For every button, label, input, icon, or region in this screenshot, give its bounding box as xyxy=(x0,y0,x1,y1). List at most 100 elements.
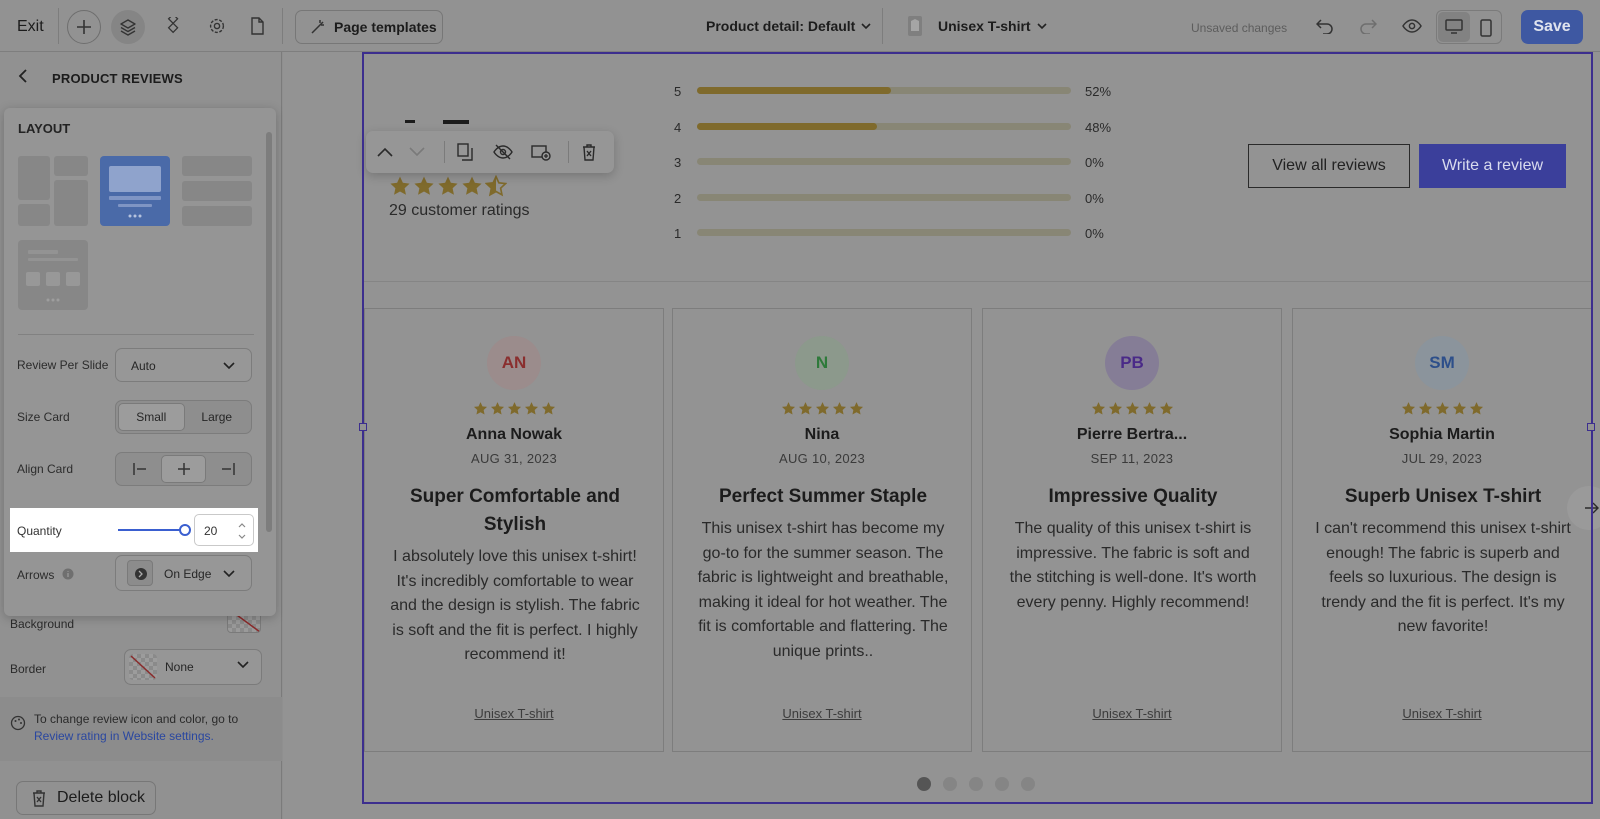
add-section-icon xyxy=(531,145,551,161)
avatar: AN xyxy=(487,336,541,390)
layout-option-cards[interactable] xyxy=(18,240,88,310)
review-body: The quality of this unisex t-shirt is im… xyxy=(1009,520,1257,611)
website-settings-link[interactable]: Review rating in Website settings. xyxy=(34,729,214,743)
layout-heading: LAYOUT xyxy=(18,121,71,136)
background-label: Background xyxy=(10,617,75,631)
avatar: N xyxy=(795,336,849,390)
tshirt-thumbnail-icon xyxy=(908,16,922,36)
align-center-option[interactable] xyxy=(161,455,206,483)
layout-settings-popover: LAYOUT Review Per Slide Auto Size Card S… xyxy=(4,108,276,616)
rating-bar-fill xyxy=(697,87,892,94)
arrows-select[interactable]: On Edge xyxy=(115,555,252,591)
rating-bar-track xyxy=(697,158,1071,165)
carousel-dot[interactable] xyxy=(995,777,1009,791)
duplicate-button[interactable] xyxy=(454,141,476,163)
move-up-button[interactable] xyxy=(374,141,396,163)
eye-off-icon xyxy=(493,144,513,160)
review-per-slide-select[interactable]: Auto xyxy=(115,348,252,382)
average-rating-stars xyxy=(389,175,507,197)
delete-button[interactable] xyxy=(578,141,600,163)
rating-bar-percent: 0% xyxy=(1085,190,1104,206)
review-product-link[interactable]: Unisex T-shirt xyxy=(1293,706,1591,721)
arrows-label-text: Arrows xyxy=(17,568,55,582)
settings-button[interactable] xyxy=(203,12,231,40)
undo-button[interactable] xyxy=(1311,12,1339,40)
star-icon xyxy=(462,176,482,195)
quantity-slider-track[interactable] xyxy=(118,529,184,531)
border-select[interactable]: None xyxy=(124,649,262,685)
star-icon xyxy=(832,402,846,415)
star-icon xyxy=(1108,402,1122,415)
info-icon[interactable] xyxy=(62,568,74,580)
redo-button[interactable] xyxy=(1354,12,1382,40)
move-down-button[interactable] xyxy=(406,141,428,163)
trash-icon xyxy=(33,790,45,807)
mobile-view-button[interactable] xyxy=(1475,17,1497,39)
gear-icon xyxy=(209,18,225,34)
device-toggle xyxy=(1436,10,1502,44)
resize-handle-right[interactable] xyxy=(1587,423,1595,431)
desktop-icon xyxy=(1445,19,1463,34)
save-button[interactable]: Save xyxy=(1521,10,1583,44)
page-selector[interactable]: Product detail: Default xyxy=(706,18,871,34)
reviewer-name: Nina xyxy=(804,426,840,443)
layout-option-grid[interactable] xyxy=(18,156,88,226)
exit-button[interactable]: Exit xyxy=(17,18,44,36)
pages-button[interactable] xyxy=(243,12,271,40)
preview-button[interactable] xyxy=(1398,12,1426,40)
panel-title: PRODUCT REVIEWS xyxy=(52,71,183,86)
product-selector[interactable]: Unisex T-shirt xyxy=(938,18,1047,34)
rating-bar-star-label: 1 xyxy=(674,226,682,241)
chevron-down-icon xyxy=(237,661,249,669)
review-product-link[interactable]: Unisex T-shirt xyxy=(365,706,663,721)
review-body: This unisex t-shirt has become my go-to … xyxy=(697,520,949,660)
layers-button[interactable] xyxy=(111,10,145,44)
hide-button[interactable] xyxy=(492,141,514,163)
top-toolbar: Exit Page templates Product detail: Defa… xyxy=(0,0,1600,52)
carousel-dot[interactable] xyxy=(969,777,983,791)
size-large-option[interactable]: Large xyxy=(185,403,250,431)
write-review-button[interactable]: Write a review xyxy=(1419,144,1566,188)
resize-handle-left[interactable] xyxy=(359,423,367,431)
star-icon xyxy=(798,402,812,415)
rating-bar-fill xyxy=(697,122,877,130)
spinner-arrows-icon[interactable] xyxy=(237,520,247,542)
review-card: SM Sophia Martin JUL 29, 2023 Superb Unisex… xyxy=(1292,308,1592,752)
review-product-link[interactable]: Unisex T-shirt xyxy=(673,706,971,721)
align-left-option[interactable] xyxy=(118,455,161,483)
page-templates-button[interactable]: Page templates xyxy=(295,10,443,44)
layout-option-list[interactable] xyxy=(182,156,252,226)
quantity-stepper[interactable]: 20 xyxy=(194,514,254,546)
align-center-icon xyxy=(177,463,190,475)
apps-button[interactable] xyxy=(160,12,188,40)
quantity-slider-handle[interactable] xyxy=(179,524,191,536)
add-block-button[interactable] xyxy=(67,10,101,44)
back-button[interactable] xyxy=(18,69,28,88)
carousel-dot[interactable] xyxy=(917,777,931,791)
puzzle-icon xyxy=(167,17,179,34)
align-right-option[interactable] xyxy=(206,455,249,483)
info-banner: To change review icon and color, go to R… xyxy=(0,697,282,761)
rating-bar-percent: 52% xyxy=(1085,84,1112,99)
quantity-row: Quantity 20 xyxy=(10,508,258,552)
review-product-link[interactable]: Unisex T-shirt xyxy=(983,706,1281,721)
size-small-option[interactable]: Small xyxy=(118,403,185,431)
chevron-down-icon xyxy=(1037,23,1047,30)
desktop-view-button[interactable] xyxy=(1438,12,1470,42)
carousel-pagination xyxy=(917,777,1035,791)
info-text: To change review icon and color, go to xyxy=(34,712,239,726)
carousel-dot[interactable] xyxy=(943,777,957,791)
align-left-icon xyxy=(132,463,146,475)
layout-option-slider[interactable] xyxy=(100,156,170,226)
chevron-down-icon xyxy=(861,23,871,30)
grid-layout-icon xyxy=(18,156,88,226)
add-section-button[interactable] xyxy=(530,141,552,163)
star-icon xyxy=(815,402,829,415)
popover-scrollbar[interactable] xyxy=(266,132,272,532)
carousel-dot[interactable] xyxy=(1021,777,1035,791)
delete-block-button[interactable]: Delete block xyxy=(16,781,156,815)
slider-layout-icon xyxy=(109,166,161,218)
review-title: Impressive Quality xyxy=(1048,486,1218,507)
star-half-icon xyxy=(485,175,507,197)
view-all-reviews-button[interactable]: View all reviews xyxy=(1248,144,1410,188)
